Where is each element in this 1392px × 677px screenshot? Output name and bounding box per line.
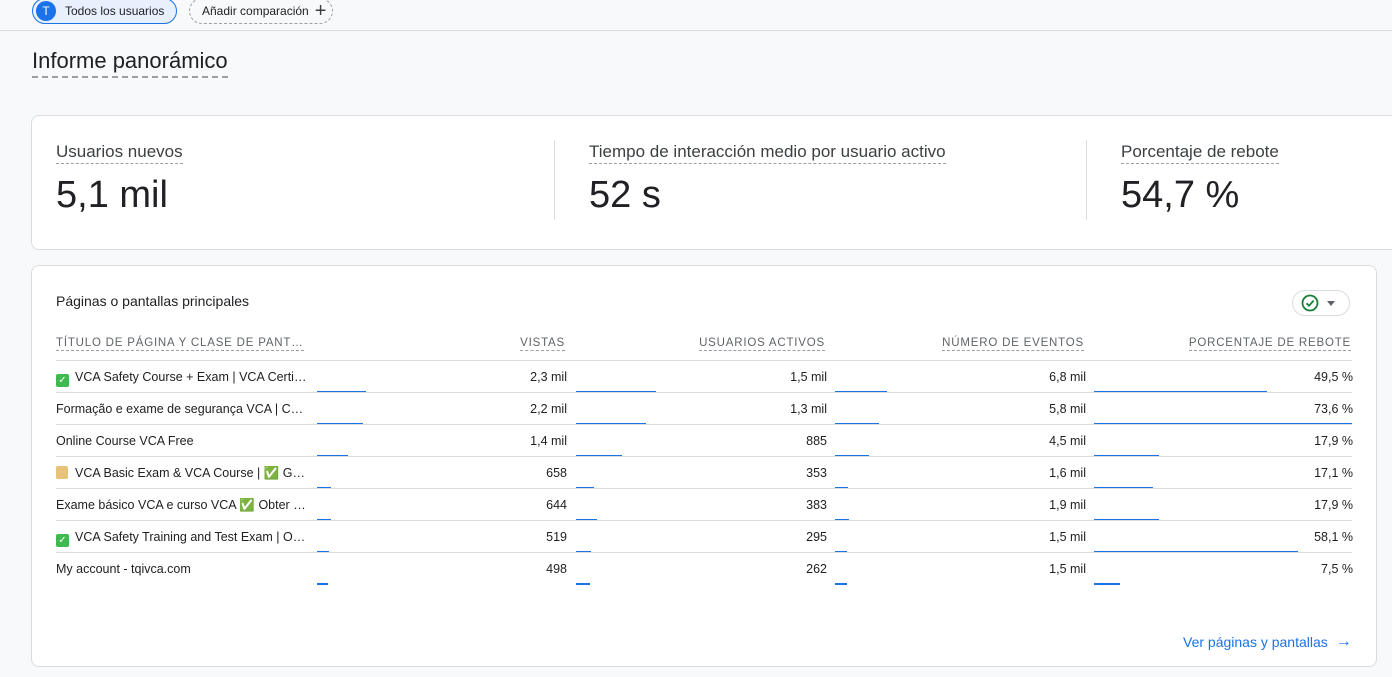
kpi-value: 54,7 % xyxy=(1121,174,1240,216)
cell-views: 1,4 mil xyxy=(530,434,567,448)
cell-views: 644 xyxy=(546,498,567,512)
table-row[interactable]: Formação e exame de segurança VCA | Cert… xyxy=(32,393,1378,425)
row-page-title: VCA Basic Exam & VCA Course | ✅ Get cert… xyxy=(56,466,308,481)
all-users-chip[interactable]: T Todos los usuarios xyxy=(32,0,178,24)
row-title-text: Formação e exame de segurança VCA | Cert… xyxy=(56,402,308,416)
add-comparison-label: Añadir comparación xyxy=(202,4,309,18)
table-row[interactable]: VCA Basic Exam & VCA Course | ✅ Get cert… xyxy=(32,457,1378,489)
bar-events xyxy=(835,583,847,585)
cell-events: 5,8 mil xyxy=(1049,402,1086,416)
cell-views: 498 xyxy=(546,562,567,576)
table-row[interactable]: ✓ VCA Safety Training and Test Exam | Onl… xyxy=(32,521,1378,553)
cell-events: 1,6 mil xyxy=(1049,466,1086,480)
cell-events: 6,8 mil xyxy=(1049,370,1086,384)
kpi-label: Tiempo de interacción medio por usuario … xyxy=(589,142,946,164)
cell-users: 1,5 mil xyxy=(790,370,827,384)
kpi-divider xyxy=(554,140,555,220)
col-header-views[interactable]: VISTAS xyxy=(520,337,565,351)
kpi-card: Usuarios nuevos 5,1 mil Tiempo de intera… xyxy=(31,115,1392,250)
row-title-text: VCA Safety Course + Exam | VCA Certifica… xyxy=(75,370,308,384)
kpi-divider xyxy=(1086,140,1087,220)
col-header-page-title[interactable]: TÍTULO DE PÁGINA Y CLASE DE PANT… xyxy=(56,337,304,351)
row-title-text: Exame básico VCA e curso VCA ✅ Obter cer… xyxy=(56,498,308,512)
cell-events: 1,9 mil xyxy=(1049,498,1086,512)
cell-users: 383 xyxy=(806,498,827,512)
card-title: Páginas o pantallas principales xyxy=(56,293,250,309)
page-title: Informe panorámico xyxy=(32,48,228,78)
kpi-new-users[interactable]: Usuarios nuevos 5,1 mil xyxy=(56,142,183,217)
row-title-text: VCA Basic Exam & VCA Course | ✅ Get cert… xyxy=(75,466,308,480)
bar-users xyxy=(576,583,590,585)
check-emoji-icon: ✓ xyxy=(56,534,69,547)
cell-bounce: 17,9 % xyxy=(1314,498,1353,512)
col-header-active-users[interactable]: USUARIOS ACTIVOS xyxy=(699,337,825,351)
check-circle-icon xyxy=(1301,294,1319,312)
cell-users: 295 xyxy=(806,530,827,544)
row-page-title: Online Course VCA Free xyxy=(56,434,308,448)
cell-bounce: 49,5 % xyxy=(1314,370,1353,384)
cell-bounce: 7,5 % xyxy=(1321,562,1353,576)
user-avatar: T xyxy=(36,1,56,21)
row-page-title: Formação e exame de segurança VCA | Cert… xyxy=(56,402,308,416)
cell-events: 1,5 mil xyxy=(1049,562,1086,576)
check-emoji-icon: ✓ xyxy=(56,374,69,387)
plus-icon: + xyxy=(314,0,327,22)
cell-bounce: 58,1 % xyxy=(1314,530,1353,544)
cell-events: 1,5 mil xyxy=(1049,530,1086,544)
view-pages-label: Ver páginas y pantallas xyxy=(1183,634,1328,650)
cell-views: 2,2 mil xyxy=(530,402,567,416)
row-title-text: Online Course VCA Free xyxy=(56,434,194,448)
col-header-events[interactable]: NÚMERO DE EVENTOS xyxy=(942,337,1084,351)
comparison-bar: T Todos los usuarios Añadir comparación … xyxy=(0,0,1392,31)
cell-users: 262 xyxy=(806,562,827,576)
cell-bounce: 73,6 % xyxy=(1314,402,1353,416)
row-page-title: My account - tqivca.com xyxy=(56,562,308,576)
bar-bounce xyxy=(1094,583,1120,585)
cell-views: 2,3 mil xyxy=(530,370,567,384)
cell-bounce: 17,1 % xyxy=(1314,466,1353,480)
scroll-emoji-icon xyxy=(56,466,68,479)
row-page-title: ✓ VCA Safety Course + Exam | VCA Certific… xyxy=(56,370,308,387)
view-pages-link[interactable]: Ver páginas y pantallas → xyxy=(1183,633,1352,651)
cell-views: 519 xyxy=(546,530,567,544)
kpi-value: 5,1 mil xyxy=(56,174,168,216)
top-pages-card: Páginas o pantallas principales TÍTULO D… xyxy=(31,265,1377,667)
row-title-text: My account - tqivca.com xyxy=(56,562,191,576)
add-comparison-button[interactable]: Añadir comparación + xyxy=(189,0,334,24)
kpi-label: Porcentaje de rebote xyxy=(1121,142,1279,164)
cell-users: 885 xyxy=(806,434,827,448)
table-row[interactable]: ✓ VCA Safety Course + Exam | VCA Certific… xyxy=(32,361,1378,393)
table-row[interactable]: Online Course VCA Free 1,4 mil 885 4,5 mil 1… xyxy=(32,425,1378,457)
table-row[interactable]: Exame básico VCA e curso VCA ✅ Obter cer… xyxy=(32,489,1378,521)
row-page-title: Exame básico VCA e curso VCA ✅ Obter cer… xyxy=(56,498,308,513)
insights-status-button[interactable] xyxy=(1292,290,1350,316)
kpi-label: Usuarios nuevos xyxy=(56,142,183,164)
table-row[interactable]: My account - tqivca.com 498 262 1,5 mil 7,5 … xyxy=(32,553,1378,585)
arrow-right-icon: → xyxy=(1335,633,1352,650)
bar-views xyxy=(317,583,328,585)
row-title-text: VCA Safety Training and Test Exam | Onli… xyxy=(75,530,308,544)
cell-users: 353 xyxy=(806,466,827,480)
cell-users: 1,3 mil xyxy=(790,402,827,416)
all-users-label: Todos los usuarios xyxy=(65,4,165,18)
kpi-engagement-time[interactable]: Tiempo de interacción medio por usuario … xyxy=(589,142,946,217)
row-page-title: ✓ VCA Safety Training and Test Exam | Onl… xyxy=(56,530,308,547)
caret-down-icon xyxy=(1327,300,1335,306)
cell-views: 658 xyxy=(546,466,567,480)
col-header-bounce-rate[interactable]: PORCENTAJE DE REBOTE xyxy=(1188,337,1351,351)
kpi-bounce-rate[interactable]: Porcentaje de rebote 54,7 % xyxy=(1121,142,1279,217)
cell-events: 4,5 mil xyxy=(1049,434,1086,448)
kpi-value: 52 s xyxy=(589,174,661,216)
cell-bounce: 17,9 % xyxy=(1314,434,1353,448)
